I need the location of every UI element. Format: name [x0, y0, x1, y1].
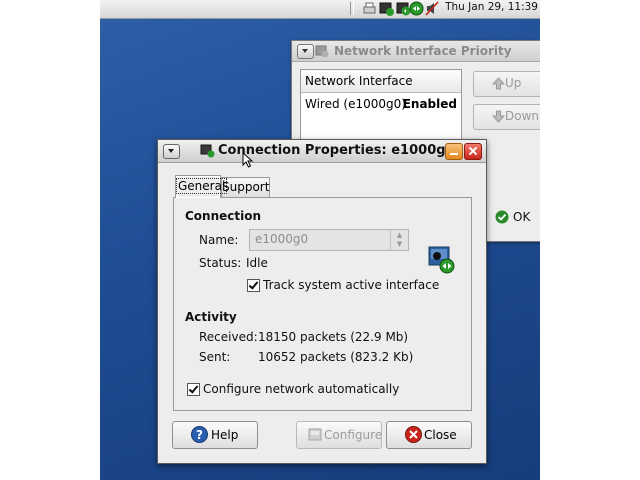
tab-support[interactable]: Support: [221, 177, 270, 198]
down-button[interactable]: Down: [473, 104, 540, 130]
configure-label: Configure: [324, 428, 383, 442]
ok-label: OK: [513, 210, 531, 224]
name-combobox[interactable]: e1000g0 ▲ ▼: [249, 229, 409, 251]
connection-heading: Connection: [185, 209, 262, 223]
window-title: Network Interface Priority: [334, 44, 512, 58]
arrow-up-icon: [492, 77, 505, 90]
configure-automatically-label[interactable]: Configure network automatically: [203, 382, 399, 396]
top-panel: Thu Jan 29, 11:39: [100, 0, 540, 19]
check-icon: [495, 210, 509, 224]
configure-automatically-checkbox[interactable]: [187, 383, 200, 396]
activity-heading: Activity: [185, 310, 237, 324]
network-manager-icon[interactable]: [409, 1, 424, 16]
close-icon: [405, 426, 422, 443]
configure-icon: [308, 428, 322, 441]
configure-button[interactable]: Configure: [296, 421, 382, 449]
down-label: Down: [505, 109, 540, 123]
list-item[interactable]: Wired (e1000g0) Enabled: [301, 93, 461, 115]
column-header[interactable]: Network Interface: [301, 70, 461, 93]
close-window-button[interactable]: [464, 143, 482, 160]
interface-list[interactable]: Network Interface Wired (e1000g0) Enable…: [300, 69, 462, 141]
received-label: Received:: [199, 330, 258, 344]
ok-button[interactable]: OK: [487, 206, 540, 230]
volume-muted-icon[interactable]: [425, 1, 440, 16]
up-button[interactable]: Up: [473, 71, 540, 97]
sent-label: Sent:: [199, 350, 231, 364]
interface-status: Enabled: [402, 97, 457, 111]
help-button[interactable]: ? Help: [172, 421, 258, 449]
network-settings-icon: [428, 246, 455, 274]
close-label: Close: [424, 428, 457, 442]
combobox-arrows-icon[interactable]: ▲ ▼: [390, 230, 408, 250]
received-value: 18150 packets (22.9 Mb): [258, 330, 409, 344]
network-interface-icon: [200, 144, 215, 158]
update-icon[interactable]: [379, 1, 394, 16]
network-window-icon: [315, 45, 329, 58]
printer-icon[interactable]: [362, 1, 377, 16]
window-menu-button[interactable]: [297, 44, 314, 59]
mouse-cursor-icon: [242, 152, 254, 168]
svg-text:?: ?: [196, 428, 203, 442]
tab-general[interactable]: General: [175, 175, 228, 198]
close-button[interactable]: Close: [386, 421, 472, 449]
clock[interactable]: Thu Jan 29, 11:39: [445, 1, 538, 13]
name-label: Name:: [199, 233, 239, 247]
up-label: Up: [505, 76, 522, 90]
dialog-menu-button[interactable]: [163, 144, 180, 159]
window-titlebar[interactable]: Network Interface Priority: [292, 41, 540, 62]
track-active-interface-checkbox[interactable]: [247, 279, 260, 292]
help-label: Help: [211, 428, 239, 442]
minimize-button[interactable]: [445, 143, 463, 160]
status-value: Idle: [246, 256, 268, 270]
name-value: e1000g0: [255, 232, 309, 246]
help-icon: ?: [191, 426, 208, 443]
status-label: Status:: [199, 256, 242, 270]
sent-value: 10652 packets (823.2 Kb): [258, 350, 414, 364]
interface-name: Wired (e1000g0): [305, 97, 406, 111]
dialog-titlebar[interactable]: Connection Properties: e1000g0: [158, 140, 486, 163]
panel-separator: [350, 2, 354, 15]
connection-properties-dialog: Connection Properties: e1000g0 General S…: [157, 139, 487, 464]
arrow-down-icon: [492, 110, 505, 123]
track-active-interface-label[interactable]: Track system active interface: [263, 278, 439, 292]
